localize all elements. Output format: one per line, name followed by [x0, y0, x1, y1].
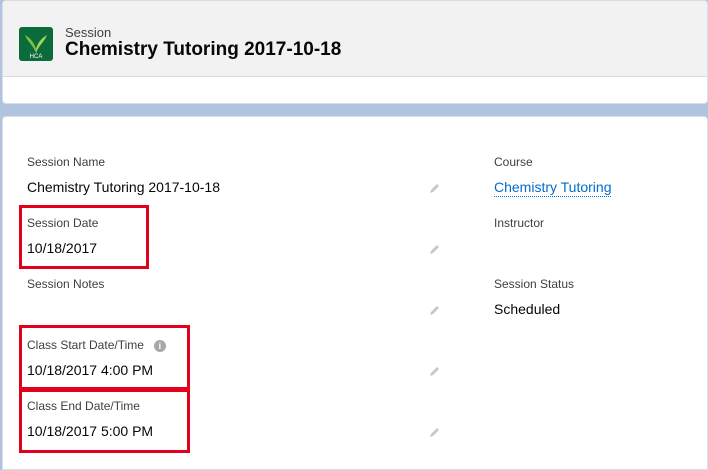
hca-logo: HCA — [19, 27, 53, 61]
pencil-icon[interactable] — [429, 303, 441, 315]
field-label: Class End Date/Time — [27, 399, 140, 413]
field-label-text: Class Start Date/Time — [27, 338, 144, 352]
field-label: Instructor — [494, 216, 545, 230]
field-session-notes: Session Notes — [27, 277, 104, 319]
field-label: Class Start Date/Time i — [27, 338, 166, 352]
field-label: Session Name — [27, 155, 106, 169]
field-instructor: Instructor — [494, 216, 544, 258]
svg-text:HCA: HCA — [30, 54, 43, 60]
field-label: Course — [494, 155, 533, 169]
field-label: Session Status — [494, 277, 575, 291]
field-value: 10/18/2017 4:00 PM — [27, 362, 154, 378]
field-value: 10/18/2017 5:00 PM — [27, 423, 154, 439]
field-value — [494, 240, 544, 258]
field-value: Chemistry Tutoring 2017-10-18 — [27, 179, 220, 195]
pencil-icon[interactable] — [429, 425, 441, 437]
object-type-label: Session — [65, 25, 112, 40]
field-value — [27, 301, 104, 319]
field-value: 10/18/2017 — [27, 240, 98, 256]
pencil-icon[interactable] — [429, 181, 441, 193]
field-class-end: Class End Date/Time 10/18/2017 5:00 PM — [27, 399, 153, 441]
field-class-start: Class Start Date/Time i 10/18/2017 4:00 P… — [27, 338, 166, 380]
pencil-icon[interactable] — [429, 242, 441, 254]
record-header-bar: HCA Session Chemistry Tutoring 2017-10-1… — [3, 1, 707, 77]
field-label: Session Notes — [27, 277, 105, 291]
course-link[interactable]: Chemistry Tutoring — [494, 179, 612, 197]
field-session-status: Session Status Scheduled — [494, 277, 574, 319]
record-detail-panel: Session Name Chemistry Tutoring 2017-10-… — [2, 116, 708, 470]
record-title: Chemistry Tutoring 2017-10-18 — [65, 39, 342, 60]
field-session-date: Session Date 10/18/2017 — [27, 216, 98, 258]
field-label: Session Date — [27, 216, 99, 230]
field-course: Course Chemistry Tutoring — [494, 155, 612, 197]
field-value: Scheduled — [494, 301, 561, 317]
field-session-name: Session Name Chemistry Tutoring 2017-10-… — [27, 155, 220, 197]
record-header: HCA Session Chemistry Tutoring 2017-10-1… — [2, 0, 708, 104]
pencil-icon[interactable] — [429, 364, 441, 376]
info-icon[interactable]: i — [153, 340, 166, 352]
